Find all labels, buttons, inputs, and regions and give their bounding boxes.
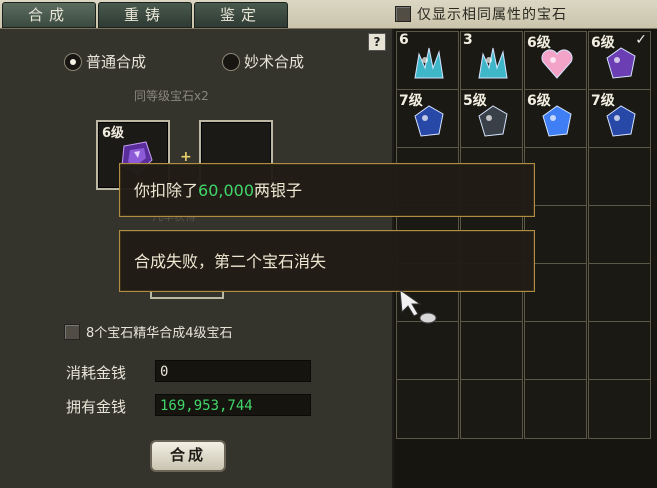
inventory-cell[interactable] <box>396 321 459 381</box>
inventory-cell[interactable]: 5级 <box>460 89 523 149</box>
cursor-icon <box>399 288 437 324</box>
essence-checkbox[interactable] <box>64 323 80 340</box>
cost-label: 消耗金钱 <box>66 364 127 382</box>
tab-compose[interactable]: 合成 <box>2 2 96 28</box>
same-attribute-filter[interactable]: 仅显示相同属性的宝石 <box>395 4 567 24</box>
gem-level: 6 <box>399 32 409 48</box>
mode-normal-radio[interactable]: 普通合成 <box>64 51 146 72</box>
same-attribute-label: 仅显示相同属性的宝石 <box>417 7 567 23</box>
owned-field: 169,953,744 <box>155 394 311 416</box>
deduction-amount: 60,000 <box>198 181 254 200</box>
inventory-cell[interactable] <box>588 263 651 323</box>
deduction-prefix: 你扣除了 <box>134 181 199 200</box>
inventory-cell[interactable] <box>524 379 587 439</box>
essence-option[interactable]: 8个宝石精华合成4级宝石 <box>64 322 233 341</box>
purple-gem-icon <box>606 47 636 79</box>
same-attribute-checkbox[interactable] <box>395 6 411 22</box>
inventory-cell[interactable] <box>588 321 651 381</box>
pink-heart-gem-icon <box>541 49 573 79</box>
inventory-cell[interactable]: 6级 <box>524 89 587 149</box>
inventory-cell[interactable] <box>588 379 651 439</box>
blue-gem-icon <box>414 105 444 137</box>
deduction-popup: 你扣除了60,000两银子 <box>119 163 535 217</box>
cost-field: 0 <box>155 360 311 382</box>
inventory-cell[interactable]: 6级 <box>524 31 587 91</box>
top-tab-bar: 合成 重铸 鉴定 仅显示相同属性的宝石 <box>0 0 657 29</box>
failure-popup: 合成失败，第二个宝石消失 <box>119 230 535 292</box>
inventory-cell[interactable] <box>460 321 523 381</box>
mode-normal-label: 普通合成 <box>86 53 147 71</box>
inventory-cell[interactable] <box>588 205 651 265</box>
mode-magic-label: 妙术合成 <box>244 53 305 71</box>
owned-label: 拥有金钱 <box>66 398 127 416</box>
radio-selected-icon <box>64 52 82 71</box>
dark-gem-icon <box>478 105 508 137</box>
failure-text: 合成失败，第二个宝石消失 <box>134 252 327 271</box>
inventory-cell[interactable]: 3 <box>460 31 523 91</box>
mode-magic-radio[interactable]: 妙术合成 <box>222 51 304 72</box>
material-requirement: 同等级宝石x2 <box>134 89 209 103</box>
inventory-cell[interactable] <box>524 321 587 381</box>
inventory-cell[interactable]: 7级 <box>588 89 651 149</box>
essence-label: 8个宝石精华合成4级宝石 <box>86 326 233 341</box>
blue-gem-icon <box>606 105 636 137</box>
inventory-cell[interactable]: 6 <box>396 31 459 91</box>
tab-recast[interactable]: 重铸 <box>98 2 192 28</box>
compose-button[interactable]: 合成 <box>150 440 226 472</box>
help-button[interactable]: ? <box>368 33 386 51</box>
inventory-cell[interactable] <box>396 379 459 439</box>
teal-crystal-icon <box>414 47 444 79</box>
inventory-cell[interactable]: 6级 ✓ <box>588 31 651 91</box>
deduction-suffix: 两银子 <box>254 181 303 200</box>
gem-level: 3 <box>463 32 473 48</box>
bright-blue-gem-icon <box>542 105 572 137</box>
inventory-cell[interactable] <box>588 147 651 207</box>
teal-crystal-icon <box>478 47 508 79</box>
inventory-cell[interactable] <box>460 379 523 439</box>
inventory-cell[interactable]: 7级 <box>396 89 459 149</box>
tab-identify[interactable]: 鉴定 <box>194 2 288 28</box>
radio-unselected-icon <box>222 52 240 71</box>
